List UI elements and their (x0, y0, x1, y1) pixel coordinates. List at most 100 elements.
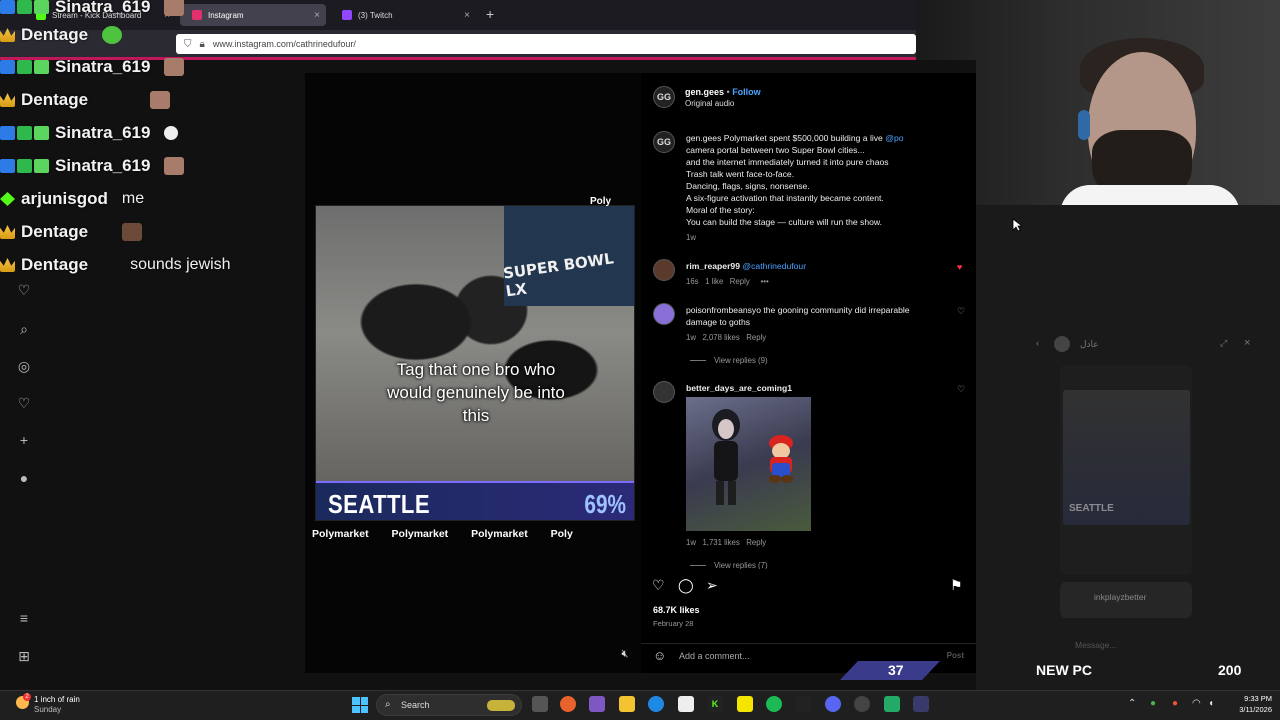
commenter-avatar[interactable] (653, 259, 675, 281)
menu-icon[interactable]: ≡ (16, 610, 32, 626)
create-icon[interactable]: + (16, 432, 32, 448)
volume-icon[interactable]: ◖ (1208, 698, 1214, 709)
dm-avatar[interactable] (1054, 336, 1070, 352)
back-icon[interactable]: ‹ (1036, 338, 1039, 348)
explore-icon[interactable]: ◎ (16, 358, 32, 374)
tab-instagram[interactable]: Instagram × (180, 4, 326, 26)
comment-mention[interactable]: @cathrinedufour (742, 261, 806, 271)
chat-username[interactable]: arjunisgod (21, 189, 108, 209)
commenter-avatar[interactable] (653, 303, 675, 325)
emote-icon (164, 58, 185, 76)
view-replies[interactable]: View replies (7) (690, 561, 768, 569)
heart-icon[interactable]: ♡ (957, 306, 965, 317)
close-tab-icon[interactable]: × (464, 10, 470, 21)
tab-twitch[interactable]: (3) Twitch × (330, 4, 476, 26)
likes-count[interactable]: 68.7K likes (653, 605, 700, 615)
view-replies-label[interactable]: View replies (9) (714, 356, 768, 365)
chat-username[interactable]: Dentage (21, 90, 88, 110)
taskbar-search[interactable]: ⌕ Search (376, 694, 522, 716)
weather-widget[interactable]: 2 1 inch of rain Sunday (14, 692, 114, 718)
chat-username[interactable]: Dentage (21, 25, 88, 45)
task-view-icon[interactable] (532, 696, 548, 712)
share-icon[interactable]: ➢ (706, 577, 718, 594)
windows-start-icon[interactable] (352, 697, 368, 713)
heart-icon[interactable]: ♡ (957, 384, 965, 395)
wifi-icon[interactable]: ◠ (1192, 698, 1201, 709)
post-button[interactable]: Post (947, 651, 964, 660)
comment-image[interactable] (686, 397, 811, 531)
expand-icon[interactable]: ⤢ (1220, 338, 1227, 349)
commenter-avatar[interactable] (653, 381, 675, 403)
tray-chevron-icon[interactable]: ⌃ (1128, 698, 1136, 709)
bookmark-icon[interactable]: ⚑ (950, 577, 963, 594)
app2-icon[interactable] (884, 696, 900, 712)
dm-message-input[interactable]: Message... (1043, 640, 1267, 656)
new-tab-button[interactable]: + (486, 6, 494, 22)
view-replies[interactable]: View replies (9) (690, 356, 768, 365)
tray-app-icon[interactable]: ● (1150, 698, 1156, 709)
shield-icon[interactable]: ⛉ (184, 39, 192, 50)
lock-icon[interactable]: 🔒︎ (200, 39, 205, 50)
notifications-icon[interactable]: ♡ (16, 282, 32, 298)
chat-username[interactable]: Dentage (21, 222, 88, 242)
caption-line: Tag that one bro who (396, 360, 556, 379)
close-tab-icon[interactable]: × (314, 10, 320, 21)
copilot-icon[interactable] (589, 696, 605, 712)
spotify-icon[interactable] (766, 696, 782, 712)
chat-username[interactable]: Sinatra_619 (55, 0, 150, 17)
reply-button[interactable]: Reply (746, 333, 766, 342)
reply-button[interactable]: Reply (730, 277, 750, 286)
comment-user[interactable]: better_days_are_coming1 (686, 382, 792, 394)
liked-heart-icon[interactable]: ♥ (957, 262, 962, 272)
author-avatar[interactable]: GG (653, 86, 675, 108)
chat-username[interactable]: Sinatra_619 (55, 156, 150, 176)
headset (1078, 110, 1090, 140)
profile-icon[interactable]: ● (16, 470, 32, 486)
comment-likes[interactable]: 1,731 likes (702, 538, 739, 547)
comment-input[interactable]: Add a comment... (679, 651, 750, 661)
discord-icon[interactable] (825, 696, 841, 712)
heart-icon[interactable]: ♡ (16, 395, 32, 411)
microphone-icon[interactable]: ● (1172, 698, 1178, 709)
like-icon[interactable]: ♡ (652, 577, 665, 594)
mute-icon[interactable]: 🔇︎ (618, 648, 632, 662)
search-icon[interactable]: ⌕ (16, 321, 32, 337)
audio-label[interactable]: Original audio (685, 99, 734, 108)
kick-icon[interactable]: K (707, 696, 723, 712)
comment-line: damage to goths (686, 317, 751, 327)
reel-video[interactable]: SUPER BOWL LX Tag that one bro who would… (315, 205, 635, 521)
author-name[interactable]: gen.gees (685, 87, 724, 97)
emote-icon (164, 0, 185, 16)
close-icon[interactable]: × (1244, 337, 1250, 349)
corner-tag: Poly (590, 196, 612, 207)
chat-username[interactable]: Sinatra_619 (55, 123, 150, 143)
edge-icon[interactable] (648, 696, 664, 712)
chat-username[interactable]: Dentage (21, 255, 88, 275)
view-replies-label[interactable]: View replies (7) (714, 561, 768, 569)
address-bar[interactable]: ⛉ 🔒︎ www.instagram.com/cathrinedufour/ (176, 34, 916, 54)
reply-button[interactable]: Reply (746, 538, 766, 547)
comment-user[interactable]: rim_reaper99 (686, 261, 740, 271)
file-explorer-icon[interactable] (619, 696, 635, 712)
app3-icon[interactable] (913, 696, 929, 712)
firefox-icon[interactable] (560, 696, 576, 712)
notes-icon[interactable] (737, 696, 753, 712)
description-mention[interactable]: @po (885, 133, 903, 143)
chat-message: Sinatra_619 (0, 52, 185, 82)
chat-username[interactable]: Sinatra_619 (55, 57, 150, 77)
comment-meta: 1w 1,731 likes Reply (686, 538, 766, 547)
comment-likes[interactable]: 2,078 likes (702, 333, 739, 342)
follow-button[interactable]: Follow (732, 87, 761, 97)
more-icon[interactable]: ⊞ (16, 648, 32, 664)
dm-shared-user[interactable]: inkplayzbetter (1060, 582, 1192, 618)
comment-likes[interactable]: 1 like (705, 277, 723, 286)
system-clock[interactable]: 9:33 PM 3/11/2026 (1222, 693, 1272, 715)
author-avatar[interactable]: GG (653, 131, 675, 153)
more-options-icon[interactable]: ••• (761, 277, 769, 286)
comment-icon[interactable]: ◯ (678, 577, 694, 594)
store-icon[interactable] (678, 696, 694, 712)
counter-value: 37 (888, 662, 904, 678)
app-icon[interactable] (795, 696, 811, 712)
emoji-icon[interactable]: ☺ (653, 648, 666, 663)
obs-icon[interactable] (854, 696, 870, 712)
